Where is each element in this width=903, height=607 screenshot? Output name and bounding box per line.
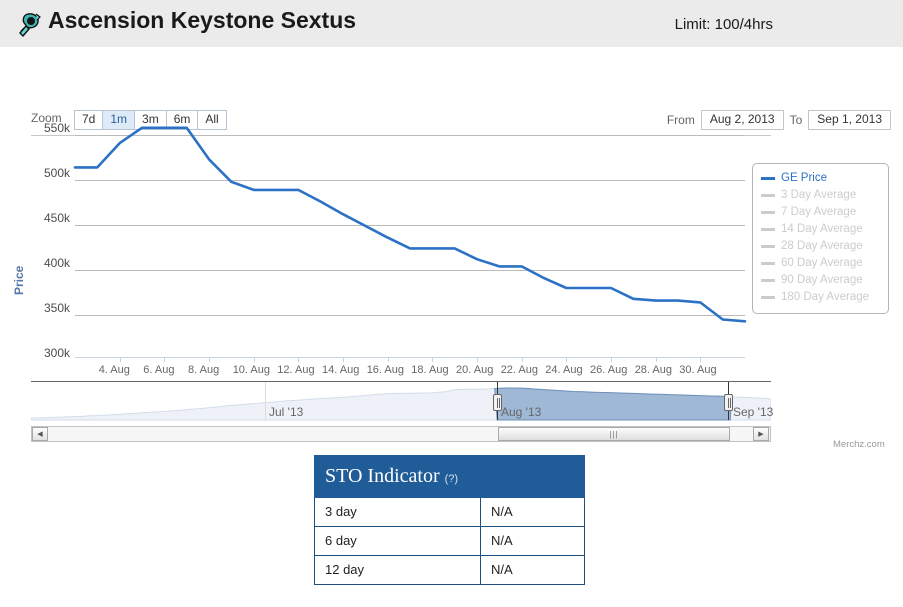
page-header: Ascension Keystone Sextus Limit: 100/4hr… — [0, 0, 903, 47]
sto-row-value-12-day: N/A — [480, 555, 585, 585]
chart-legend: GE Price 3 Day Average 7 Day Average 14 … — [752, 163, 889, 314]
legend-swatch-icon — [761, 278, 775, 282]
scroll-left-glyph: ◀ — [37, 430, 43, 438]
x-tick-mark — [298, 357, 300, 362]
legend-label: 90 Day Average — [781, 274, 863, 286]
sto-row-label-6-day: 6 day — [314, 526, 481, 556]
legend-item-3-day-average[interactable]: 3 Day Average — [761, 187, 880, 203]
x-tick-mark — [432, 357, 434, 362]
chart-navigator[interactable]: Jul '13 Aug '13 Sep '13 — [31, 381, 774, 427]
legend-item-7-day-average[interactable]: 7 Day Average — [761, 204, 880, 220]
x-tick-label: 12. Aug — [277, 364, 315, 376]
x-tick-label: 26. Aug — [590, 364, 628, 376]
scroll-left-arrow-icon[interactable]: ◀ — [32, 427, 48, 441]
x-tick-label: 4. Aug — [98, 364, 130, 376]
legend-swatch-icon — [761, 210, 775, 214]
sto-title: STO Indicator — [325, 465, 440, 487]
legend-label: 3 Day Average — [781, 189, 857, 201]
x-tick-label: 8. Aug — [188, 364, 220, 376]
x-tick-label: 14. Aug — [322, 364, 360, 376]
chart-toolbar: Zoom 7d 1m 3m 6m All From Aug 2, 2013 To… — [0, 47, 903, 136]
legend-label: 60 Day Average — [781, 257, 863, 269]
legend-item-60-day-average[interactable]: 60 Day Average — [761, 255, 880, 271]
x-tick-label: 16. Aug — [366, 364, 405, 376]
table-row: 12 day N/A — [314, 555, 585, 585]
legend-label: 28 Day Average — [781, 240, 863, 252]
legend-item-90-day-average[interactable]: 90 Day Average — [761, 272, 880, 288]
navigator-series — [31, 387, 771, 421]
keystone-item-icon — [19, 13, 41, 38]
legend-swatch-icon — [761, 261, 775, 265]
legend-label: 180 Day Average — [781, 291, 870, 303]
help-icon[interactable]: (?) — [445, 473, 458, 485]
buy-limit-text: Limit: 100/4hrs — [674, 16, 773, 33]
x-tick-label: 18. Aug — [411, 364, 449, 376]
legend-swatch-icon — [761, 244, 775, 248]
scrollbar-thumb[interactable]: ||| — [498, 427, 730, 441]
navigator-label-sep: Sep '13 — [733, 405, 774, 419]
x-tick-label: 24. Aug — [545, 364, 583, 376]
sto-title-cell: STO Indicator (?) — [314, 455, 585, 498]
x-tick-label: 30. Aug — [679, 364, 717, 376]
sto-row-value-6-day: N/A — [480, 526, 585, 556]
x-tick-label: 6. Aug — [143, 364, 175, 376]
navigator-scrollbar[interactable]: ◀ ||| ▶ — [31, 426, 771, 442]
legend-swatch-icon — [761, 227, 775, 231]
page-title: Ascension Keystone Sextus — [48, 7, 357, 33]
table-row: 6 day N/A — [314, 526, 585, 556]
scrollbar-thumb-grip-icon: ||| — [609, 429, 619, 439]
x-tick-mark — [253, 357, 255, 362]
navigator-left-handle[interactable] — [493, 394, 502, 411]
x-tick-mark — [611, 357, 612, 362]
x-tick-mark — [343, 357, 344, 362]
x-tick-label: 28. Aug — [634, 364, 673, 376]
navigator-label-jul: Jul '13 — [269, 405, 304, 419]
legend-label: GE Price — [781, 172, 828, 184]
x-tick-mark — [387, 357, 389, 362]
x-tick-label: 10. Aug — [232, 364, 271, 376]
sto-row-value-3-day: N/A — [480, 497, 585, 527]
sto-indicator-table: STO Indicator (?) 3 day N/A 6 day N/A 12… — [314, 455, 585, 585]
x-tick-mark — [119, 357, 121, 362]
x-tick-mark — [164, 357, 166, 362]
x-tick-mark — [655, 357, 657, 362]
navigator-right-handle[interactable] — [724, 394, 733, 411]
legend-swatch-icon — [761, 295, 775, 299]
sto-row-label-12-day: 12 day — [314, 555, 481, 585]
x-tick-mark — [209, 357, 210, 362]
sto-row-label-3-day: 3 day — [314, 497, 481, 527]
legend-item-28-day-average[interactable]: 28 Day Average — [761, 238, 880, 254]
table-row: 3 day N/A — [314, 497, 585, 527]
chart-credit[interactable]: Merchz.com — [833, 439, 885, 450]
legend-item-ge-price[interactable]: GE Price — [761, 170, 880, 186]
navigator-label-aug: Aug '13 — [501, 405, 542, 419]
x-tick-mark — [566, 357, 568, 362]
navigator-gridline — [265, 382, 266, 420]
x-axis-line — [75, 357, 745, 358]
x-tick-mark — [700, 357, 702, 362]
x-tick-label: 22. Aug — [500, 364, 539, 376]
legend-swatch-icon — [761, 193, 775, 197]
legend-item-14-day-average[interactable]: 14 Day Average — [761, 221, 880, 237]
sto-header-row: STO Indicator (?) — [314, 455, 585, 498]
legend-swatch-icon — [761, 176, 775, 180]
legend-label: 7 Day Average — [781, 206, 857, 218]
x-tick-mark — [477, 357, 478, 362]
scroll-right-glyph: ▶ — [758, 430, 764, 438]
x-tick-label: 20. Aug — [456, 364, 494, 376]
scroll-right-arrow-icon[interactable]: ▶ — [753, 427, 769, 441]
x-tick-mark — [521, 357, 523, 362]
legend-label: 14 Day Average — [781, 223, 863, 235]
legend-item-180-day-average[interactable]: 180 Day Average — [761, 289, 880, 305]
